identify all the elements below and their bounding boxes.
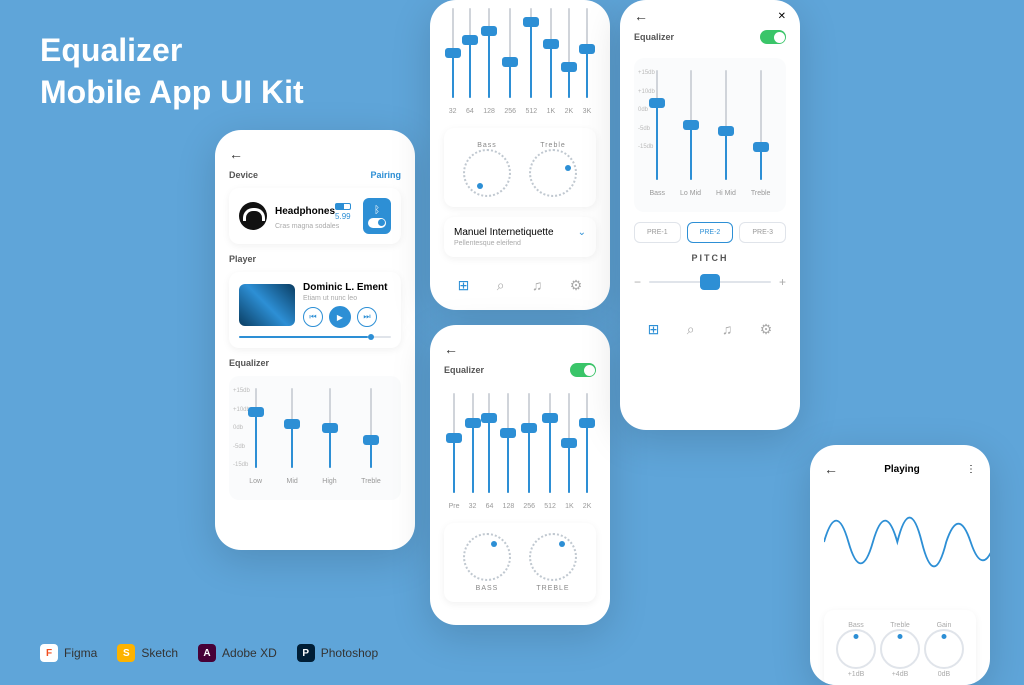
tool-photoshop: PPhotoshop xyxy=(297,644,378,662)
nav-eq-icon[interactable]: ⚙ xyxy=(570,277,583,294)
eq-slider-mid[interactable]: Mid xyxy=(287,388,298,488)
eq-slider-treble[interactable]: Treble xyxy=(361,388,381,488)
tool-figma: FFigma xyxy=(40,644,97,662)
eq-slider-2k[interactable]: 2K xyxy=(565,8,574,118)
eq-slider-32[interactable]: 32 xyxy=(449,8,457,118)
eq-slider-lo mid[interactable]: Lo Mid xyxy=(680,70,701,200)
dials-card: Bass Treble xyxy=(444,128,596,207)
mockup-eq-sliders: ← Equalizer Pre32641282565121K2K BASS TR… xyxy=(430,325,610,625)
eq-slider-3k[interactable]: 3K xyxy=(583,8,592,118)
treble-dial[interactable] xyxy=(880,629,920,669)
bt-toggle[interactable] xyxy=(368,218,386,228)
eq-slider-128[interactable]: 128 xyxy=(483,8,495,118)
device-desc: Cras magna sodales xyxy=(275,223,363,230)
freq-sliders: Pre 3264 128 256 512 1K2K xyxy=(444,393,596,513)
eq-slider-256[interactable]: 256 xyxy=(504,8,516,118)
pitch-plus[interactable]: + xyxy=(779,275,786,289)
eq-slider-64[interactable]: 64 xyxy=(486,393,494,513)
mockup-device-player: ← Device Pairing Headphones5.99 Cras mag… xyxy=(215,130,415,550)
nav-music-icon[interactable]: ♫ xyxy=(722,321,733,338)
back-icon[interactable]: ← xyxy=(444,341,458,357)
mockup-eq-freq: 3264 128 256 512 1K2K3K Bass Treble Manuel I… xyxy=(430,0,610,310)
preset-pre-1[interactable]: PRE-1 xyxy=(634,222,681,243)
album-art[interactable] xyxy=(239,284,295,326)
eq-slider-1k[interactable]: 1K xyxy=(565,393,574,513)
bass-dial[interactable] xyxy=(463,149,511,197)
dials-card: BASS TREBLE xyxy=(444,523,596,602)
profile-dropdown[interactable]: Manuel Internetiquette⌄ Pellentesque ele… xyxy=(444,217,596,257)
eq-slider-low[interactable]: Low xyxy=(249,388,262,488)
pairing-label[interactable]: Pairing xyxy=(370,170,401,180)
track-artist: Etiam ut nunc leo xyxy=(303,295,391,302)
tools-bar: FFigma SSketch AAdobe XD PPhotoshop xyxy=(40,644,378,662)
tool-adobe-xd: AAdobe XD xyxy=(198,644,277,662)
eq-slider-32[interactable]: 32 xyxy=(469,393,477,513)
track-title: Dominic L. Ement xyxy=(303,282,387,293)
preset-pre-2[interactable]: PRE-2 xyxy=(687,222,734,243)
headphones-icon xyxy=(239,202,267,230)
freq-sliders: 3264 128 256 512 1K2K3K xyxy=(444,8,596,118)
eq-slider-64[interactable]: 64 xyxy=(466,8,474,118)
waveform xyxy=(824,487,990,597)
eq-slider-1k[interactable]: 1K xyxy=(547,8,556,118)
back-icon[interactable]: ← xyxy=(824,461,838,477)
eq-slider-treble[interactable]: Treble xyxy=(751,70,771,200)
back-icon[interactable]: ← xyxy=(229,146,401,162)
nav-search-icon[interactable]: ⌕ xyxy=(497,277,505,294)
eq-slider-high[interactable]: High xyxy=(322,388,336,488)
eq-slider-128[interactable]: 128 xyxy=(503,393,515,513)
gain-dial[interactable] xyxy=(924,629,964,669)
nav-search-icon[interactable]: ⌕ xyxy=(687,321,695,338)
bass-dial[interactable] xyxy=(836,629,876,669)
eq-slider-hi mid[interactable]: Hi Mid xyxy=(716,70,736,200)
bottom-nav: ⊞ ⌕ ♫ ⚙ xyxy=(634,311,786,338)
bluetooth-icon: ᛒ xyxy=(374,205,380,216)
battery-icon xyxy=(335,203,351,210)
hero-title: EqualizerMobile App UI Kit xyxy=(40,30,304,113)
player-label: Player xyxy=(229,254,401,264)
treble-dial[interactable] xyxy=(529,533,577,581)
back-icon[interactable]: ← xyxy=(634,8,648,24)
eq-slider-2k[interactable]: 2K xyxy=(583,393,592,513)
pitch-minus[interactable]: − xyxy=(634,275,641,289)
tool-sketch: SSketch xyxy=(117,644,178,662)
nav-eq-icon[interactable]: ⚙ xyxy=(760,321,773,338)
next-button[interactable]: ⏭ xyxy=(357,307,377,327)
eq-panel: +15db+10db0db-5db-15db BassLo MidHi MidT… xyxy=(634,58,786,212)
eq-label: Equalizer xyxy=(229,358,401,368)
device-name: Headphones xyxy=(275,206,335,217)
preset-pre-3[interactable]: PRE-3 xyxy=(739,222,786,243)
playing-title: Playing xyxy=(884,464,920,475)
device-label: Device xyxy=(229,170,258,180)
nav-music-icon[interactable]: ♫ xyxy=(532,277,543,294)
more-icon[interactable]: ⋮ xyxy=(966,464,976,475)
preset-tabs: PRE-1 PRE-2PRE-3 xyxy=(634,222,786,243)
dials-card: Bass+1dBTreble+4dBGain0dB xyxy=(824,610,976,685)
eq-slider-256[interactable]: 256 xyxy=(523,393,535,513)
pitch-slider[interactable] xyxy=(649,281,771,283)
mockup-eq-presets: ←✕ Equalizer +15db+10db0db-5db-15db Bass… xyxy=(620,0,800,430)
treble-dial[interactable] xyxy=(529,149,577,197)
eq-slider-bass[interactable]: Bass xyxy=(649,70,665,200)
nav-home-icon[interactable]: ⊞ xyxy=(648,321,660,338)
close-icon[interactable]: ✕ xyxy=(778,11,786,22)
progress-slider[interactable] xyxy=(239,336,391,338)
eq-slider-pre[interactable]: Pre xyxy=(449,393,460,513)
chevron-down-icon: ⌄ xyxy=(578,227,586,238)
eq-panel: +15db+10db0db-5db-15db Low Mid High Treble xyxy=(229,376,401,500)
y-axis: +15db+10db0db-5db-15db xyxy=(233,388,250,468)
play-button[interactable]: ▶ xyxy=(329,306,351,328)
eq-slider-512[interactable]: 512 xyxy=(544,393,556,513)
mockup-playing: ← Playing ⋮ Bass+1dBTreble+4dBGain0dB xyxy=(810,445,990,685)
eq-slider-512[interactable]: 512 xyxy=(526,8,538,118)
eq-toggle[interactable] xyxy=(570,363,596,377)
bass-dial[interactable] xyxy=(463,533,511,581)
prev-button[interactable]: ⏮ xyxy=(303,307,323,327)
device-card[interactable]: Headphones5.99 Cras magna sodales ᛒ xyxy=(229,188,401,244)
bottom-nav: ⊞ ⌕ ♫ ⚙ xyxy=(444,267,596,294)
nav-home-icon[interactable]: ⊞ xyxy=(458,277,470,294)
bluetooth-button[interactable]: ᛒ xyxy=(363,198,391,234)
player-card: Dominic L. Ement Etiam ut nunc leo ⏮ ▶ ⏭ xyxy=(229,272,401,348)
eq-toggle[interactable] xyxy=(760,30,786,44)
